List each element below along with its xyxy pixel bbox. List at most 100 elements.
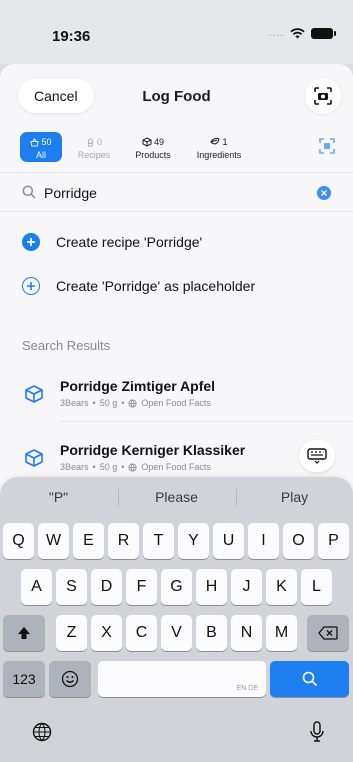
delete-key[interactable] xyxy=(307,615,349,651)
key[interactable]: I xyxy=(248,523,279,559)
package-icon xyxy=(25,449,43,467)
result-title: Porridge Zimtiger Apfel xyxy=(60,378,216,394)
key[interactable]: E xyxy=(73,523,104,559)
suggestion-item[interactable]: Please xyxy=(118,489,235,505)
key[interactable]: F xyxy=(126,569,157,605)
result-source: Open Food Facts xyxy=(141,398,211,408)
result-meta: 3Bears • 50 g • Open Food Facts xyxy=(60,398,211,408)
key[interactable]: Y xyxy=(178,523,209,559)
wifi-icon xyxy=(290,28,305,39)
filter-count: 49 xyxy=(153,137,164,147)
create-recipe-label: Create recipe 'Porridge' xyxy=(56,234,203,250)
space-key[interactable]: EN DE xyxy=(98,661,266,697)
shift-icon xyxy=(18,627,30,639)
filter-count: 50 xyxy=(41,137,52,147)
numbers-key[interactable]: 123 xyxy=(3,661,45,697)
package-icon xyxy=(142,137,152,147)
globe-icon xyxy=(128,462,137,472)
key[interactable]: U xyxy=(213,523,244,559)
filter-chip-all[interactable]: 50 All xyxy=(20,132,62,162)
package-icon xyxy=(25,385,43,403)
key[interactable]: D xyxy=(91,569,122,605)
filter-chip-ingredients[interactable]: 1 Ingredients xyxy=(190,132,248,162)
key[interactable]: W xyxy=(38,523,69,559)
key[interactable]: N xyxy=(231,615,262,651)
status-time: 19:36 xyxy=(52,28,91,45)
status-indicators: .... xyxy=(268,28,336,39)
create-placeholder-row[interactable]: Create 'Porridge' as placeholder xyxy=(0,266,353,306)
meta-separator: • xyxy=(121,398,125,408)
result-brand: 3Bears xyxy=(60,462,89,472)
key[interactable]: T xyxy=(143,523,174,559)
search-icon xyxy=(302,671,317,687)
filter-label: Products xyxy=(135,150,171,160)
key[interactable]: L xyxy=(301,569,332,605)
key[interactable]: V xyxy=(161,615,192,651)
key[interactable]: B xyxy=(196,615,227,651)
plus-circle-outline-icon xyxy=(22,277,40,295)
filter-label: Recipes xyxy=(77,150,111,160)
key[interactable]: S xyxy=(56,569,87,605)
basket-icon xyxy=(30,137,40,147)
key[interactable]: R xyxy=(108,523,139,559)
close-icon xyxy=(321,190,327,196)
key[interactable]: X xyxy=(91,615,122,651)
key[interactable]: Q xyxy=(3,523,34,559)
result-item[interactable]: Porridge Zimtiger Apfel 3Bears • 50 g • … xyxy=(0,370,353,422)
chef-icon xyxy=(87,137,94,147)
suggestion-item[interactable]: Play xyxy=(236,489,353,505)
result-title: Porridge Kerniger Klassiker xyxy=(60,442,246,458)
key[interactable]: A xyxy=(21,569,52,605)
nav-bar: Cancel Log Food xyxy=(0,64,353,124)
filter-chip-products[interactable]: 49 Products xyxy=(130,132,176,162)
suggestion-item[interactable]: "P" xyxy=(0,489,117,505)
meta-separator: • xyxy=(121,462,125,472)
emoji-key[interactable] xyxy=(49,661,91,697)
divider xyxy=(60,421,353,422)
microphone-icon[interactable] xyxy=(309,721,325,743)
battery-icon xyxy=(311,28,336,39)
filter-chip-recipes[interactable]: 0 Recipes xyxy=(74,132,114,162)
barcode-scan-button[interactable] xyxy=(319,138,335,159)
key[interactable]: M xyxy=(266,615,297,651)
section-header-search-results: Search Results xyxy=(22,338,111,353)
result-amount: 50 g xyxy=(99,462,118,472)
plus-circle-filled-icon xyxy=(22,233,40,251)
result-amount: 50 g xyxy=(99,398,118,408)
search-bar xyxy=(0,172,353,212)
filter-bar: 50 All 0 Recipes 49 Products 1 Ingredien… xyxy=(0,132,353,164)
result-brand: 3Bears xyxy=(60,398,89,408)
search-input[interactable] xyxy=(44,181,294,205)
camera-scan-icon xyxy=(314,87,332,105)
clear-search-button[interactable] xyxy=(317,186,331,200)
keyboard-dismiss-button[interactable] xyxy=(299,440,335,472)
emoji-icon xyxy=(61,670,79,688)
create-placeholder-label: Create 'Porridge' as placeholder xyxy=(56,278,256,294)
create-recipe-row[interactable]: Create recipe 'Porridge' xyxy=(0,222,353,262)
status-bar: 19:36 .... xyxy=(0,0,353,64)
leaf-icon xyxy=(210,137,221,145)
shift-key[interactable] xyxy=(3,615,45,651)
filter-count: 1 xyxy=(222,137,228,147)
filter-count: 0 xyxy=(96,137,102,147)
space-language-label: EN DE xyxy=(236,685,258,692)
key[interactable]: G xyxy=(161,569,192,605)
search-icon xyxy=(22,185,36,199)
key[interactable]: C xyxy=(126,615,157,651)
keyboard-icon xyxy=(307,448,327,464)
page-title: Log Food xyxy=(142,88,211,105)
key[interactable]: H xyxy=(196,569,227,605)
key[interactable]: Z xyxy=(56,615,87,651)
scan-button[interactable] xyxy=(305,78,341,114)
result-meta: 3Bears • 50 g • Open Food Facts xyxy=(60,462,211,472)
filter-label: All xyxy=(35,150,46,160)
meta-separator: • xyxy=(92,462,96,472)
key[interactable]: K xyxy=(266,569,297,605)
meta-separator: • xyxy=(92,398,96,408)
signal-icon: .... xyxy=(268,28,284,39)
key[interactable]: P xyxy=(318,523,349,559)
key[interactable]: J xyxy=(231,569,262,605)
globe-icon[interactable] xyxy=(32,722,52,742)
search-key[interactable] xyxy=(270,661,349,697)
key[interactable]: O xyxy=(283,523,314,559)
